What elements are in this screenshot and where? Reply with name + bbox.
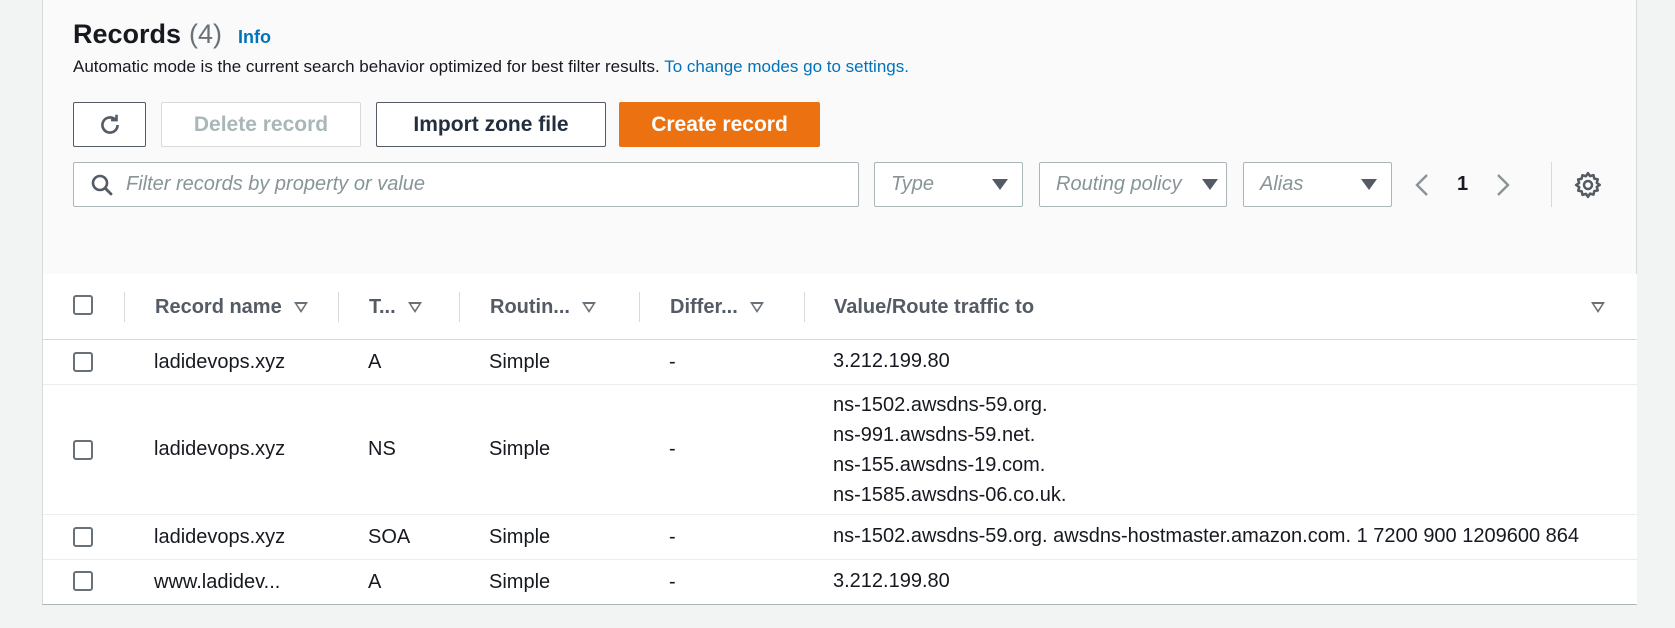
routing-cell: Simple (489, 351, 551, 373)
differentiator-cell: - (669, 526, 676, 548)
sort-icon (293, 301, 308, 313)
records-title: Records (73, 19, 182, 49)
row-checkbox[interactable] (73, 352, 93, 372)
column-separator (459, 292, 460, 322)
value-line: ns-1585.awsdns-06.co.uk. (833, 484, 1067, 506)
value-cell: 3.212.199.80 (833, 570, 950, 592)
routing-policy-select[interactable]: Routing policy (1039, 162, 1227, 207)
column-label: Value/Route traffic to (834, 295, 1035, 318)
value-line: ns-991.awsdns-59.net. (833, 424, 1036, 446)
records-count: (4) (189, 19, 223, 49)
column-header-type[interactable]: T... (369, 274, 422, 340)
sort-icon (1591, 301, 1605, 313)
filter-search-input[interactable]: Filter records by property or value (73, 162, 859, 207)
refresh-icon (100, 114, 119, 134)
row-checkbox[interactable] (73, 440, 93, 460)
caret-down-icon (1361, 179, 1377, 190)
routing-placeholder: Routing policy (1056, 173, 1182, 195)
settings-link[interactable]: To change modes go to settings. (664, 57, 909, 76)
column-label: Record name (155, 295, 282, 318)
type-select[interactable]: Type (874, 162, 1023, 207)
record-name-cell: ladidevops.xyz (154, 526, 286, 548)
create-record-button[interactable]: Create record (619, 102, 820, 147)
row-checkbox[interactable] (73, 527, 93, 547)
sort-icon (749, 301, 764, 313)
routing-cell: Simple (489, 571, 551, 593)
differentiator-cell: - (669, 571, 676, 593)
import-zone-file-button[interactable]: Import zone file (376, 102, 606, 147)
column-label: Differ... (670, 295, 738, 318)
gear-icon[interactable] (1573, 170, 1603, 200)
pagination: 1 (1413, 162, 1512, 207)
type-cell: NS (368, 438, 396, 460)
value-line: ns-1502.awsdns-59.org. (833, 394, 1048, 416)
chevron-right-icon[interactable] (1494, 172, 1512, 198)
sort-icon (581, 301, 596, 313)
column-header-value-sort[interactable] (1591, 274, 1605, 340)
delete-record-button[interactable]: Delete record (161, 102, 361, 147)
column-header-value[interactable]: Value/Route traffic to (834, 274, 1034, 340)
type-cell: A (368, 571, 382, 593)
description-text: Automatic mode is the current search beh… (73, 57, 660, 76)
chevron-left-icon[interactable] (1413, 172, 1431, 198)
value-cell: ns-1502.awsdns-59.org. ns-991.awsdns-59.… (833, 390, 1066, 510)
table-row[interactable]: www.ladidev... A Simple - 3.212.199.80 (43, 560, 1637, 604)
column-separator (639, 292, 640, 322)
table-row[interactable]: ladidevops.xyz SOA Simple - ns-1502.awsd… (43, 515, 1637, 560)
column-label: T... (369, 295, 396, 318)
table-header: Record name T... Routin... Differ... Val… (43, 274, 1637, 340)
value-cell: ns-1502.awsdns-59.org. awsdns-hostmaster… (833, 525, 1580, 547)
caret-down-icon (992, 179, 1008, 190)
refresh-button[interactable] (73, 102, 146, 147)
search-placeholder: Filter records by property or value (126, 173, 426, 195)
alias-select[interactable]: Alias (1243, 162, 1392, 207)
page-title: Records (4) Info (73, 19, 271, 50)
column-header-record-name[interactable]: Record name (155, 274, 308, 340)
type-placeholder: Type (891, 173, 934, 195)
record-name-cell: www.ladidev... (154, 571, 281, 593)
caret-down-icon (1202, 179, 1218, 190)
records-panel: Records (4) Info Automatic mode is the c… (42, 0, 1637, 605)
column-label: Routin... (490, 295, 570, 318)
record-name-cell: ladidevops.xyz (154, 438, 286, 460)
info-link[interactable]: Info (238, 27, 271, 48)
sort-icon (407, 301, 422, 313)
record-name-cell: ladidevops.xyz (154, 351, 286, 373)
search-icon (91, 174, 113, 195)
current-page[interactable]: 1 (1457, 173, 1468, 196)
column-header-routing[interactable]: Routin... (490, 274, 596, 340)
differentiator-cell: - (669, 438, 676, 460)
alias-placeholder: Alias (1260, 173, 1304, 195)
select-all-checkbox[interactable] (73, 295, 93, 315)
routing-cell: Simple (489, 438, 551, 460)
value-cell: 3.212.199.80 (833, 350, 950, 372)
column-separator (804, 292, 805, 322)
type-cell: A (368, 351, 382, 373)
table-row[interactable]: ladidevops.xyz A Simple - 3.212.199.80 (43, 340, 1637, 385)
row-checkbox[interactable] (73, 571, 93, 591)
table-row[interactable]: ladidevops.xyz NS Simple - ns-1502.awsdn… (43, 385, 1637, 515)
value-line: ns-155.awsdns-19.com. (833, 454, 1046, 476)
type-cell: SOA (368, 526, 411, 548)
column-separator (124, 292, 125, 322)
records-table: Record name T... Routin... Differ... Val… (43, 274, 1637, 604)
search-mode-description: Automatic mode is the current search beh… (73, 57, 909, 77)
divider (1551, 162, 1552, 207)
column-separator (338, 292, 339, 322)
routing-cell: Simple (489, 526, 551, 548)
differentiator-cell: - (669, 351, 676, 373)
column-header-differentiator[interactable]: Differ... (670, 274, 764, 340)
